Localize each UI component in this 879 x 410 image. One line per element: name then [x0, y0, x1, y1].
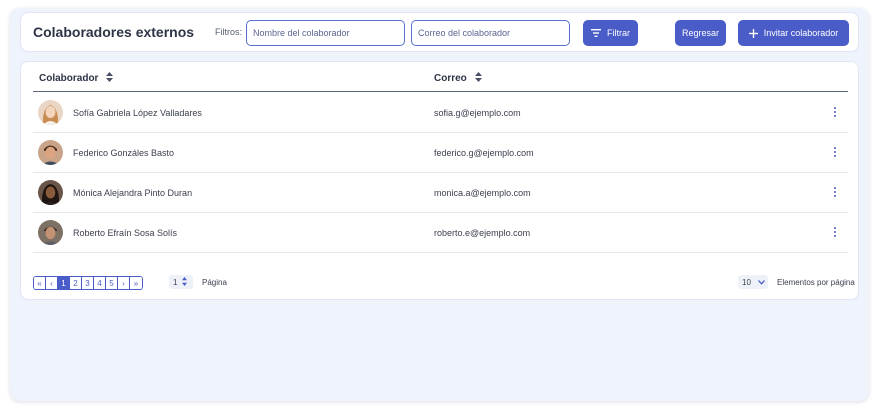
row-actions-icon[interactable] [832, 107, 838, 119]
page-label: Página [202, 278, 227, 287]
back-button-label: Regresar [681, 28, 719, 38]
collaborator-name: Roberto Efraín Sosa Solís [73, 228, 178, 238]
first-page-button[interactable]: « [34, 277, 46, 289]
chevron-down-icon [757, 278, 765, 287]
collaborator-name: Mónica Alejandra Pinto Duran [73, 188, 193, 198]
pagination: « ‹ 1 2 3 4 5 › » [33, 276, 143, 290]
column-header-email[interactable]: Correo [434, 72, 482, 85]
page-number-stepper[interactable]: 1 [169, 275, 193, 289]
filter-icon [591, 29, 601, 37]
collaborator-name: Federico Gonzáles Basto [73, 148, 175, 158]
collaborators-table: Colaborador Correo Sofía Gabriela López … [20, 61, 859, 300]
page-button-4[interactable]: 4 [94, 277, 106, 289]
collaborator-name: Sofía Gabriela López Valladares [73, 108, 202, 118]
filters-label: Filtros: [215, 27, 242, 37]
table-row: Federico Gonzáles Basto federico.g@ejemp… [33, 133, 848, 173]
app-frame: Colaboradores externos Filtros: Filtrar … [10, 8, 869, 401]
page-button-5[interactable]: 5 [106, 277, 118, 289]
collaborator-email-input[interactable] [411, 20, 570, 46]
last-page-button[interactable]: » [130, 277, 142, 289]
next-page-button[interactable]: › [118, 277, 130, 289]
plus-icon [748, 28, 758, 38]
avatar [38, 180, 63, 205]
column-header-label: Colaborador [39, 73, 99, 84]
row-actions-icon[interactable] [832, 147, 838, 159]
avatar [38, 100, 63, 125]
sort-icon [474, 72, 482, 85]
column-header-label: Correo [434, 73, 467, 84]
filter-button-label: Filtrar [607, 28, 630, 38]
page-title: Colaboradores externos [33, 24, 195, 40]
page-button-3[interactable]: 3 [82, 277, 94, 289]
per-page-select[interactable]: 10 [738, 275, 768, 289]
invite-collaborator-button[interactable]: Invitar colaborador [738, 20, 849, 46]
collaborator-email: sofia.g@ejemplo.com [434, 108, 521, 118]
per-page-label: Elementos por página [777, 278, 855, 287]
page-button-1[interactable]: 1 [58, 277, 70, 289]
collaborator-name-input[interactable] [246, 20, 405, 46]
sort-icon [106, 72, 114, 85]
avatar [38, 220, 63, 245]
table-row: Sofía Gabriela López Valladares sofia.g@… [33, 93, 848, 133]
row-actions-icon[interactable] [832, 187, 838, 199]
collaborator-email: monica.a@ejemplo.com [434, 188, 531, 198]
page-number-value: 1 [173, 277, 178, 287]
previous-page-button[interactable]: ‹ [46, 277, 58, 289]
back-button[interactable]: Regresar [675, 20, 726, 46]
column-header-collaborator[interactable]: Colaborador [39, 72, 114, 85]
stepper-arrows-icon[interactable] [182, 276, 188, 288]
invite-button-label: Invitar colaborador [763, 28, 839, 38]
filter-bar: Colaboradores externos Filtros: Filtrar … [20, 12, 859, 52]
collaborator-email: federico.g@ejemplo.com [434, 148, 534, 158]
per-page-value: 10 [742, 277, 751, 287]
avatar [38, 140, 63, 165]
page-button-2[interactable]: 2 [70, 277, 82, 289]
header-divider [33, 91, 848, 92]
row-actions-icon[interactable] [832, 227, 838, 239]
collaborator-email: roberto.e@ejemplo.com [434, 228, 531, 238]
table-row: Mónica Alejandra Pinto Duran monica.a@ej… [33, 173, 848, 213]
filter-button[interactable]: Filtrar [583, 20, 638, 46]
table-row: Roberto Efraín Sosa Solís roberto.e@ejem… [33, 213, 848, 253]
